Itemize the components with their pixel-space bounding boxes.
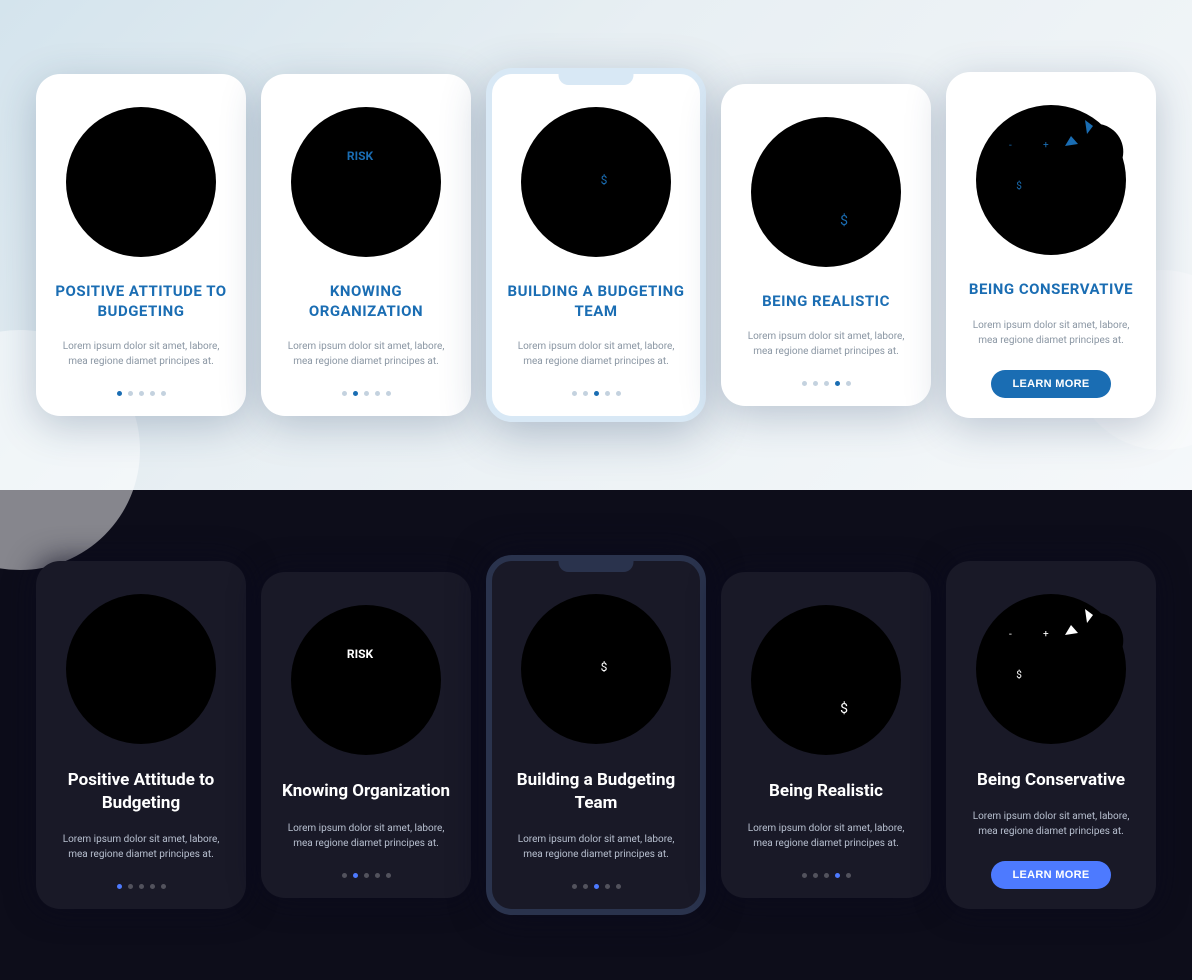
pagination-dot[interactable] [583, 391, 588, 396]
pagination-dot[interactable] [117, 391, 122, 396]
pagination-dot[interactable] [353, 873, 358, 878]
card-title: BUILDING A BUDGETING TEAM [506, 282, 686, 321]
dark-section: Positive Attitude to Budgeting Lorem ipsu… [0, 490, 1192, 980]
pagination-dot[interactable] [605, 884, 610, 889]
pagination-dots[interactable] [572, 391, 621, 396]
pagination-dot[interactable] [824, 381, 829, 386]
pagination-dot[interactable] [802, 873, 807, 878]
pagination-dot[interactable] [128, 391, 133, 396]
pagination-dot[interactable] [583, 884, 588, 889]
pagination-dot[interactable] [375, 873, 380, 878]
pagination-dot[interactable] [150, 391, 155, 396]
pagination-dots[interactable] [117, 884, 166, 889]
onboarding-card-1: KNOWING ORGANIZATION Lorem ipsum dolor si… [261, 74, 471, 416]
pagination-dots[interactable] [117, 391, 166, 396]
card-description: Lorem ipsum dolor sit amet, labore, mea … [960, 809, 1142, 839]
onboarding-card-0: Positive Attitude to Budgeting Lorem ipsu… [36, 561, 246, 908]
budget-icon [61, 102, 221, 262]
pagination-dot[interactable] [386, 873, 391, 878]
pagination-dot[interactable] [846, 381, 851, 386]
card-description: Lorem ipsum dolor sit amet, labore, mea … [50, 339, 232, 369]
pagination-dot[interactable] [824, 873, 829, 878]
pagination-dots[interactable] [342, 873, 391, 878]
pagination-dot[interactable] [835, 381, 840, 386]
budget-icon [61, 589, 221, 749]
onboarding-card-1: Knowing Organization Lorem ipsum dolor si… [261, 572, 471, 897]
pagination-dot[interactable] [572, 884, 577, 889]
pagination-dot[interactable] [364, 391, 369, 396]
onboarding-card-0: POSITIVE ATTITUDE TO BUDGETING Lorem ipsu… [36, 74, 246, 416]
card-description: Lorem ipsum dolor sit amet, labore, mea … [50, 832, 232, 862]
pagination-dot[interactable] [386, 391, 391, 396]
card-title: BEING CONSERVATIVE [969, 280, 1133, 300]
pagination-dot[interactable] [605, 391, 610, 396]
pagination-dot[interactable] [150, 884, 155, 889]
pagination-dot[interactable] [117, 884, 122, 889]
pagination-dots[interactable] [342, 391, 391, 396]
onboarding-card-4: BEING CONSERVATIVE Lorem ipsum dolor sit … [946, 72, 1156, 418]
risk-icon [286, 102, 446, 262]
card-description: Lorem ipsum dolor sit amet, labore, mea … [735, 329, 917, 359]
pagination-dot[interactable] [616, 391, 621, 396]
card-description: Lorem ipsum dolor sit amet, labore, mea … [506, 339, 686, 369]
card-title: POSITIVE ATTITUDE TO BUDGETING [50, 282, 232, 321]
pagination-dot[interactable] [375, 391, 380, 396]
pagination-dot[interactable] [353, 391, 358, 396]
onboarding-card-2: Building a Budgeting Team Lorem ipsum dol… [486, 555, 706, 914]
pagination-dot[interactable] [572, 391, 577, 396]
card-title: Knowing Organization [282, 780, 450, 802]
pagination-dots[interactable] [572, 884, 621, 889]
card-title: Building a Budgeting Team [506, 769, 686, 813]
team-icon [516, 102, 676, 262]
pagination-dot[interactable] [342, 873, 347, 878]
card-title: KNOWING ORGANIZATION [275, 282, 457, 321]
pagination-dot[interactable] [616, 884, 621, 889]
realistic-icon [746, 600, 906, 760]
learn-more-button[interactable]: LEARN MORE [991, 861, 1112, 889]
card-description: Lorem ipsum dolor sit amet, labore, mea … [506, 832, 686, 862]
pagination-dot[interactable] [342, 391, 347, 396]
pagination-dot[interactable] [161, 884, 166, 889]
pagination-dots[interactable] [802, 381, 851, 386]
pagination-dot[interactable] [139, 884, 144, 889]
pagination-dot[interactable] [846, 873, 851, 878]
light-section: POSITIVE ATTITUDE TO BUDGETING Lorem ipsu… [0, 0, 1192, 490]
card-description: Lorem ipsum dolor sit amet, labore, mea … [275, 339, 457, 369]
card-description: Lorem ipsum dolor sit amet, labore, mea … [735, 821, 917, 851]
card-title: Being Realistic [769, 780, 883, 802]
pagination-dot[interactable] [813, 381, 818, 386]
pagination-dot[interactable] [128, 884, 133, 889]
card-title: Positive Attitude to Budgeting [50, 769, 232, 813]
pagination-dot[interactable] [813, 873, 818, 878]
pagination-dot[interactable] [139, 391, 144, 396]
team-icon [516, 589, 676, 749]
card-title: Being Conservative [977, 769, 1125, 791]
pagination-dots[interactable] [802, 873, 851, 878]
onboarding-card-2: BUILDING A BUDGETING TEAM Lorem ipsum dol… [486, 68, 706, 422]
card-description: Lorem ipsum dolor sit amet, labore, mea … [275, 821, 457, 851]
pagination-dot[interactable] [594, 391, 599, 396]
pagination-dot[interactable] [802, 381, 807, 386]
onboarding-card-4: Being Conservative Lorem ipsum dolor sit … [946, 561, 1156, 909]
card-description: Lorem ipsum dolor sit amet, labore, mea … [960, 318, 1142, 348]
pagination-dot[interactable] [364, 873, 369, 878]
learn-more-button[interactable]: LEARN MORE [991, 370, 1112, 398]
pagination-dot[interactable] [161, 391, 166, 396]
onboarding-card-3: Being Realistic Lorem ipsum dolor sit ame… [721, 572, 931, 897]
pagination-dot[interactable] [594, 884, 599, 889]
card-title: BEING REALISTIC [762, 292, 890, 312]
pagination-dot[interactable] [835, 873, 840, 878]
conservative-icon [971, 100, 1131, 260]
realistic-icon [746, 112, 906, 272]
risk-icon [286, 600, 446, 760]
conservative-icon [971, 589, 1131, 749]
onboarding-card-3: BEING REALISTIC Lorem ipsum dolor sit ame… [721, 84, 931, 407]
